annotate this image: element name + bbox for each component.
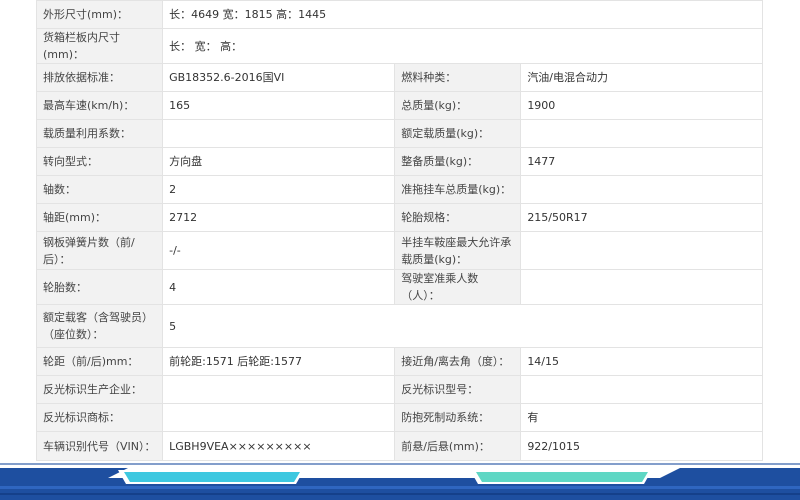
banner-graphic [0, 463, 800, 500]
row-reflector-brand: 反光标识商标： 防抱死制动系统： 有 [35, 403, 763, 432]
value-leaf-springs: -/- [162, 231, 396, 270]
value-reflector-model [520, 375, 763, 404]
row-track: 轮距（前/后)mm： 前轮距:1571 后轮距:1577 接近角/离去角（度）：… [35, 347, 763, 376]
label-rated-passengers: 额定载客（含驾驶员）（座位数）： [35, 304, 164, 348]
label-axle-count: 轴数： [35, 175, 164, 204]
row-seats: 额定载客（含驾驶员）（座位数）： 5 [35, 304, 763, 348]
label-track-width: 轮距（前/后)mm： [35, 347, 164, 376]
value-approach-departure-angle: 14/15 [520, 347, 763, 376]
value-axle-count: 2 [162, 175, 396, 204]
value-wheelbase: 2712 [162, 203, 396, 232]
value-emission-standard: GB18352.6-2016国VI [162, 63, 396, 92]
value-fuel-type: 汽油/电混合动力 [520, 63, 763, 92]
label-saddle-load: 半挂车鞍座最大允许承载质量(kg)： [394, 231, 522, 270]
value-reflector-manufacturer [162, 375, 396, 404]
value-rated-load [520, 119, 763, 148]
label-abs: 防抱死制动系统： [394, 403, 522, 432]
row-emission: 排放依据标准： GB18352.6-2016国VI 燃料种类： 汽油/电混合动力 [35, 63, 763, 92]
label-dimensions: 外形尺寸(mm)： [35, 0, 164, 29]
value-rated-passengers: 5 [162, 304, 763, 348]
row-tires: 轮胎数： 4 驾驶室准乘人数（人）： [35, 269, 763, 305]
label-fuel-type: 燃料种类： [394, 63, 522, 92]
label-approach-departure-angle: 接近角/离去角（度）： [394, 347, 522, 376]
vehicle-spec-table: 外形尺寸(mm)： 长：4649 宽：1815 高：1445 货箱栏板内尺寸(m… [35, 0, 763, 461]
label-tire-count: 轮胎数： [35, 269, 164, 305]
label-emission-standard: 排放依据标准： [35, 63, 164, 92]
value-tire-spec: 215/50R17 [520, 203, 763, 232]
value-trailer-mass [520, 175, 763, 204]
label-load-utilization: 载质量利用系数： [35, 119, 164, 148]
row-axles: 轴数： 2 准拖挂车总质量(kg)： [35, 175, 763, 204]
label-wheelbase: 轴距(mm)： [35, 203, 164, 232]
row-cargo-box: 货箱栏板内尺寸(mm)： 长： 宽： 高： [35, 28, 763, 64]
value-tire-count: 4 [162, 269, 396, 305]
label-leaf-springs: 钢板弹簧片数（前/后）： [35, 231, 164, 270]
row-load-factor: 载质量利用系数： 额定载质量(kg)： [35, 119, 763, 148]
label-curb-weight: 整备质量(kg)： [394, 147, 522, 176]
value-total-mass: 1900 [520, 91, 763, 120]
row-reflector-maker: 反光标识生产企业： 反光标识型号： [35, 375, 763, 404]
label-max-speed: 最高车速(km/h)： [35, 91, 164, 120]
value-max-speed: 165 [162, 91, 396, 120]
row-vin: 车辆识别代号（VIN）： LGBH9VEA××××××××× 前悬/后悬(mm)… [35, 431, 763, 461]
label-vin: 车辆识别代号（VIN）： [35, 431, 164, 461]
value-saddle-load [520, 231, 763, 270]
row-dimensions: 外形尺寸(mm)： 长：4649 宽：1815 高：1445 [35, 0, 763, 29]
row-steering: 转向型式： 方向盘 整备质量(kg)： 1477 [35, 147, 763, 176]
value-load-utilization [162, 119, 396, 148]
value-cab-occupants [520, 269, 763, 305]
value-overhang: 922/1015 [520, 431, 763, 461]
value-steering-type: 方向盘 [162, 147, 396, 176]
value-dimensions: 长：4649 宽：1815 高：1445 [162, 0, 763, 29]
value-cargo-box: 长： 宽： 高： [162, 28, 763, 64]
label-cargo-box: 货箱栏板内尺寸(mm)： [35, 28, 164, 64]
value-curb-weight: 1477 [520, 147, 763, 176]
bottom-decorative-banner [0, 462, 800, 500]
label-cab-occupants: 驾驶室准乘人数（人）： [394, 269, 522, 305]
value-vin: LGBH9VEA××××××××× [162, 431, 396, 461]
label-tire-spec: 轮胎规格： [394, 203, 522, 232]
label-overhang: 前悬/后悬(mm)： [394, 431, 522, 461]
row-speed: 最高车速(km/h)： 165 总质量(kg)： 1900 [35, 91, 763, 120]
label-reflector-model: 反光标识型号： [394, 375, 522, 404]
value-reflector-brand [162, 403, 396, 432]
label-steering-type: 转向型式： [35, 147, 164, 176]
row-leaf-springs: 钢板弹簧片数（前/后）： -/- 半挂车鞍座最大允许承载质量(kg)： [35, 231, 763, 270]
value-abs: 有 [520, 403, 763, 432]
label-total-mass: 总质量(kg)： [394, 91, 522, 120]
label-trailer-mass: 准拖挂车总质量(kg)： [394, 175, 522, 204]
value-track-width: 前轮距:1571 后轮距:1577 [162, 347, 396, 376]
label-reflector-manufacturer: 反光标识生产企业： [35, 375, 164, 404]
label-rated-load: 额定载质量(kg)： [394, 119, 522, 148]
row-wheelbase: 轴距(mm)： 2712 轮胎规格： 215/50R17 [35, 203, 763, 232]
label-reflector-brand: 反光标识商标： [35, 403, 164, 432]
